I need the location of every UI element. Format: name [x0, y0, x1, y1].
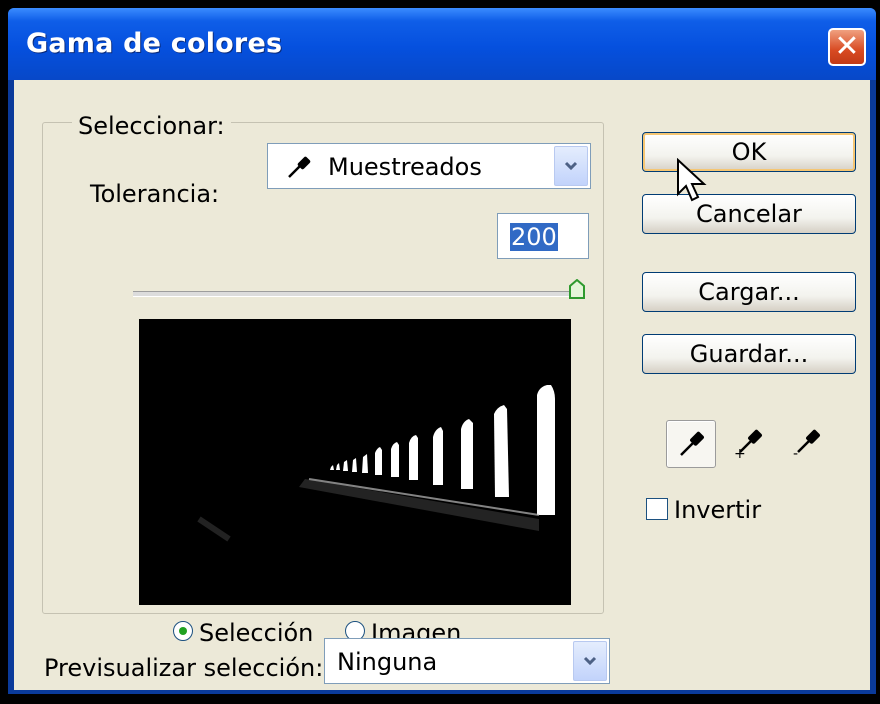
selection-preview: [139, 319, 571, 605]
eyedropper-minus-icon: -: [793, 429, 820, 458]
svg-text:-: -: [793, 446, 798, 458]
invert-label: Invertir: [674, 496, 762, 524]
select-label: Seleccionar:: [72, 112, 231, 140]
radio-selected-dot: [179, 627, 187, 635]
eyedropper-tool[interactable]: [666, 420, 716, 468]
chevron-down-icon[interactable]: [554, 146, 588, 186]
window-title: Gama de colores: [26, 28, 283, 59]
close-icon: ✕: [834, 29, 860, 64]
tolerance-value: 200: [510, 223, 558, 251]
radio-selection-circle[interactable]: [173, 621, 193, 641]
load-button[interactable]: Cargar...: [642, 272, 856, 312]
select-value: Muestreados: [328, 153, 482, 181]
subtract-sample-tool[interactable]: -: [782, 420, 832, 468]
radio-selection-label: Selección: [199, 619, 314, 647]
save-button[interactable]: Guardar...: [642, 334, 856, 374]
add-sample-tool[interactable]: +: [724, 420, 774, 468]
eyedropper-icon: [680, 431, 704, 456]
preview-selection-label: Previsualizar selección:: [44, 654, 324, 682]
dialog-body: Muestreados 200 Selección Imagen Selecci…: [14, 80, 870, 690]
tolerance-label: Tolerancia:: [90, 180, 220, 208]
tolerance-input[interactable]: 200: [497, 213, 589, 259]
preview-selection-dropdown[interactable]: Ninguna: [324, 638, 610, 684]
invert-checkbox[interactable]: [646, 498, 668, 520]
dialog-window: Gama de colores ✕ Muestreados 200 Selecc…: [8, 8, 876, 694]
mouse-cursor-icon: [677, 158, 707, 202]
tolerance-slider-thumb[interactable]: [569, 279, 585, 299]
tolerance-slider-track[interactable]: [133, 291, 585, 297]
eyedropper-icon: [288, 156, 311, 178]
svg-text:+: +: [734, 446, 746, 458]
ok-button[interactable]: OK: [642, 132, 856, 172]
close-button[interactable]: ✕: [828, 28, 866, 66]
select-dropdown[interactable]: Muestreados: [267, 143, 591, 189]
cancel-button[interactable]: Cancelar: [642, 194, 856, 234]
chevron-down-icon[interactable]: [573, 641, 607, 681]
title-bar[interactable]: Gama de colores ✕: [8, 8, 876, 80]
eyedropper-plus-icon: +: [734, 429, 762, 458]
preview-selection-value: Ninguna: [337, 648, 438, 676]
